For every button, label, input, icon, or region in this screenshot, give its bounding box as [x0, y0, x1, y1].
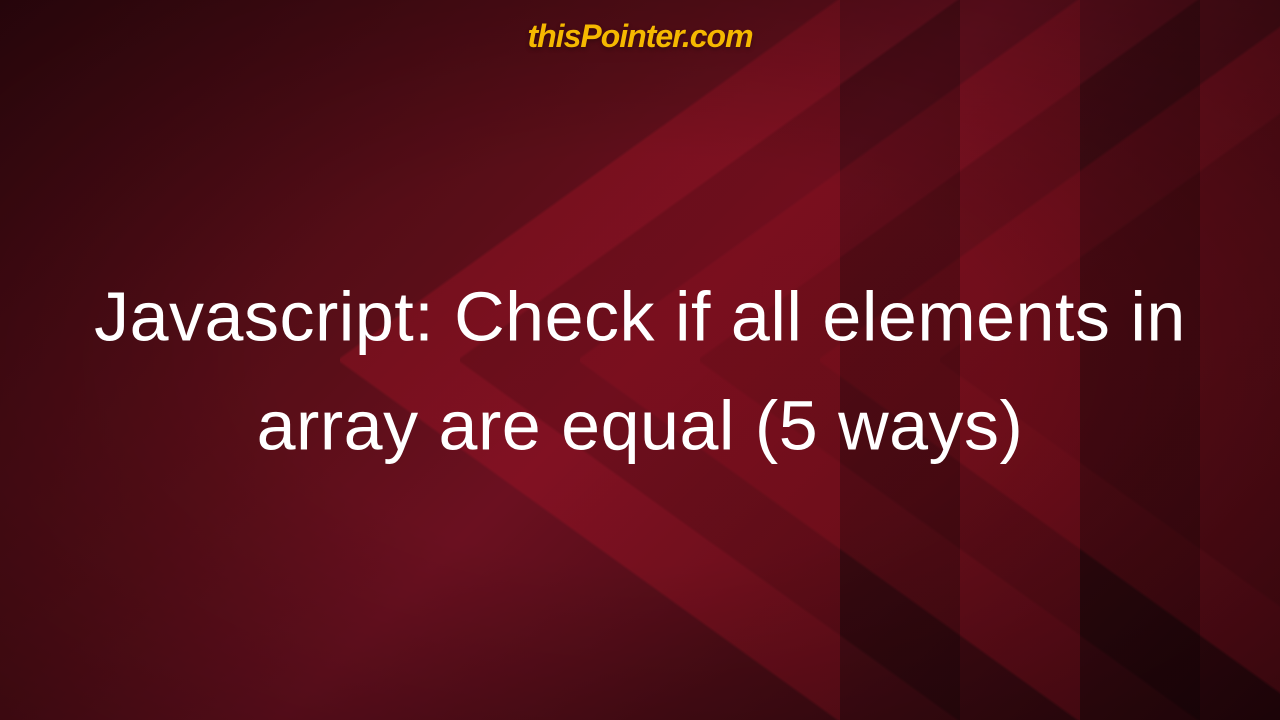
site-logo: thisPointer.com — [527, 18, 752, 55]
article-title: Javascript: Check if all elements in arr… — [64, 262, 1216, 479]
